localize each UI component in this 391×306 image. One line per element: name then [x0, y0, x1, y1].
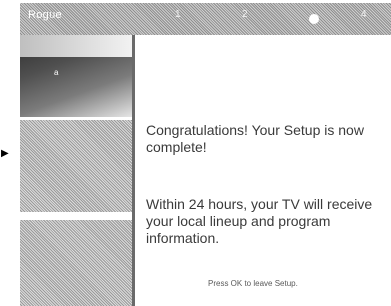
setup-screen: ▶ Rogue 1 2 4 a Congratulations! Your Se…: [0, 0, 391, 306]
top-status-bar: Rogue 1 2 4: [20, 3, 391, 35]
step-2-label: 2: [242, 9, 248, 20]
brand-label: Rogue: [28, 9, 62, 21]
step-4-label: 4: [361, 9, 367, 20]
preview-thumbnail: a: [20, 35, 132, 117]
continue-prompt: Press OK to leave Setup.: [208, 279, 298, 288]
thumbnail-note: a: [54, 68, 59, 77]
arrow-right-icon: ▶: [1, 148, 9, 159]
setup-complete-message: Congratulations! Your Setup is now compl…: [146, 122, 364, 155]
lineup-info-message: Within 24 hours, your TV will receive yo…: [146, 196, 373, 246]
step-1-label: 1: [175, 9, 181, 20]
sidebar-panel-1: [20, 120, 132, 212]
thumbnail-highlight: [20, 35, 132, 57]
dot-icon: [309, 14, 319, 24]
sidebar: a: [20, 35, 135, 306]
sidebar-panel-2: [20, 220, 132, 306]
